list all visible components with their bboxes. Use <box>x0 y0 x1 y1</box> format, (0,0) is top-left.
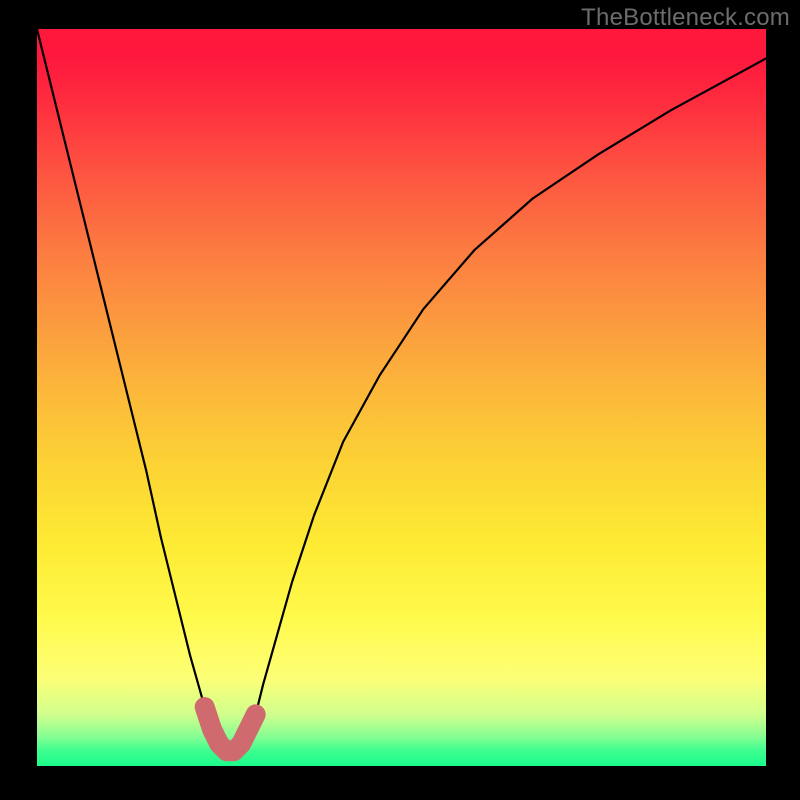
watermark-text: TheBottleneck.com <box>581 4 790 32</box>
chart-svg <box>37 29 766 766</box>
main-curve <box>37 29 766 751</box>
valley-highlight <box>205 707 256 751</box>
chart-frame: TheBottleneck.com <box>0 0 800 800</box>
plot-area <box>37 29 766 766</box>
